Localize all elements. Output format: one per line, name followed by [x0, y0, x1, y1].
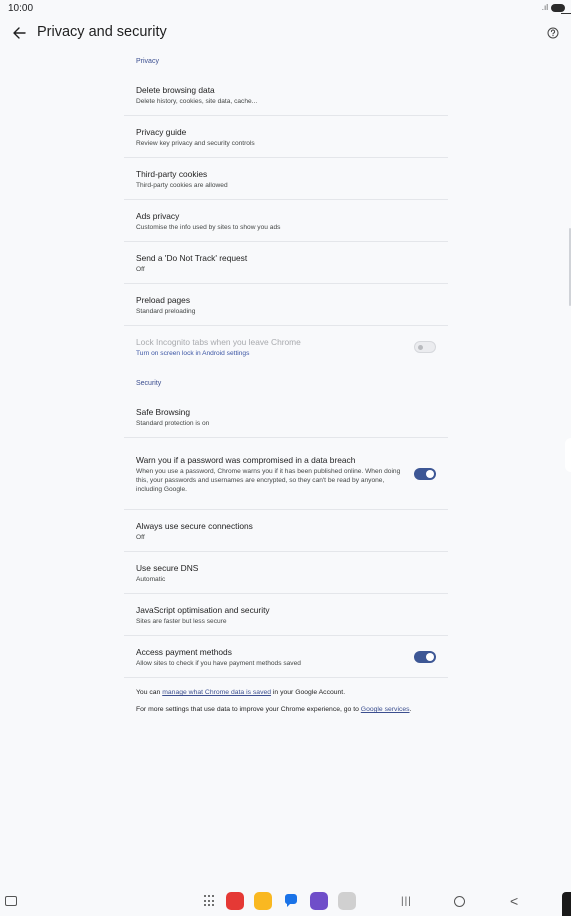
row-text: Always use secure connections Off: [136, 520, 436, 542]
setting-preload-pages[interactable]: Preload pages Standard preloading: [124, 284, 448, 326]
row-title: Always use secure connections: [136, 520, 253, 531]
setting-do-not-track[interactable]: Send a 'Do Not Track' request Off: [124, 242, 448, 284]
arrow-back-icon: [13, 27, 26, 39]
row-subtitle: Standard preloading: [136, 307, 196, 315]
setting-third-party-cookies[interactable]: Third-party cookies Third-party cookies …: [124, 158, 448, 200]
row-text: Send a 'Do Not Track' request Off: [136, 252, 436, 274]
side-handle[interactable]: [565, 438, 571, 472]
password-breach-toggle[interactable]: [414, 467, 436, 480]
row-subtitle: Standard protection is on: [136, 419, 210, 427]
status-bar: 10:00 .ıl: [0, 0, 571, 18]
section-header-privacy: Privacy: [136, 58, 159, 65]
keyboard-switch-icon[interactable]: [5, 896, 17, 906]
footer-text: For more settings that use data to impro…: [136, 706, 361, 713]
row-subtitle: Turn on screen lock in Android settings: [136, 350, 250, 357]
row-text: Preload pages Standard preloading: [136, 294, 436, 316]
help-icon: [547, 27, 559, 39]
row-subtitle: Review key privacy and security controls: [136, 139, 255, 147]
row-subtitle: Delete history, cookies, site data, cach…: [136, 97, 258, 105]
navigation-bar: ||| <: [0, 888, 571, 916]
setting-safe-browsing[interactable]: Safe Browsing Standard protection is on: [124, 396, 448, 438]
folder-app-icon[interactable]: [254, 892, 272, 910]
app-drawer-icon[interactable]: [204, 895, 216, 907]
footer-google-services: For more settings that use data to impro…: [124, 705, 448, 714]
app-bar: Privacy and security: [0, 18, 571, 48]
toggle-knob: [418, 344, 423, 350]
status-icons: .ıl: [542, 3, 565, 12]
home-button[interactable]: [454, 896, 465, 907]
setting-secure-connections[interactable]: Always use secure connections Off: [124, 510, 448, 552]
row-text: Privacy guide Review key privacy and sec…: [136, 126, 436, 148]
toggle-knob: [426, 469, 434, 478]
row-subtitle: Off: [136, 265, 145, 273]
status-divider: [561, 13, 571, 14]
row-subtitle: Off: [136, 533, 145, 541]
row-subtitle: Third-party cookies are allowed: [136, 181, 228, 189]
help-button[interactable]: [544, 24, 562, 42]
row-text: Lock Incognito tabs when you leave Chrom…: [136, 336, 404, 358]
row-text: Safe Browsing Standard protection is on: [136, 406, 436, 428]
status-time: 10:00: [8, 3, 34, 14]
camera-app-icon[interactable]: [338, 892, 356, 910]
back-button[interactable]: [8, 22, 30, 44]
row-subtitle: Customise the info used by sites to show…: [136, 223, 281, 231]
nav-back-button[interactable]: <: [510, 893, 518, 909]
row-title: Access payment methods: [136, 646, 232, 657]
battery-icon: [551, 3, 565, 12]
footer-text: You can: [136, 689, 163, 696]
row-text: Delete browsing data Delete history, coo…: [136, 84, 436, 106]
footer-manage-data: You can manage what Chrome data is saved…: [124, 688, 448, 697]
app-icon-red[interactable]: [226, 892, 244, 910]
edge-tab: [562, 892, 571, 916]
section-header-security: Security: [136, 380, 162, 387]
row-title: Lock Incognito tabs when you leave Chrom…: [136, 337, 301, 347]
settings-list: Privacy Delete browsing data Delete hist…: [124, 48, 448, 714]
row-text: JavaScript optimisation and security Sit…: [136, 604, 436, 626]
setting-javascript-optimisation[interactable]: JavaScript optimisation and security Sit…: [124, 594, 448, 636]
row-subtitle: Automatic: [136, 575, 166, 583]
setting-secure-dns[interactable]: Use secure DNS Automatic: [124, 552, 448, 594]
row-subtitle: Sites are faster but less secure: [136, 617, 227, 625]
row-subtitle: When you use a password, Chrome warns yo…: [136, 467, 401, 493]
signal-icon: .ıl: [541, 3, 548, 12]
row-text: Third-party cookies Third-party cookies …: [136, 168, 436, 190]
row-title: Send a 'Do Not Track' request: [136, 252, 248, 263]
row-title: JavaScript optimisation and security: [136, 604, 270, 615]
row-title: Ads privacy: [136, 210, 180, 221]
lock-incognito-toggle: [414, 341, 436, 353]
setting-access-payment-methods[interactable]: Access payment methods Allow sites to ch…: [124, 636, 448, 678]
row-title: Privacy guide: [136, 126, 187, 137]
footer-text: in your Google Account.: [271, 689, 346, 696]
row-subtitle: Allow sites to check if you have payment…: [136, 659, 301, 667]
row-text: Warn you if a password was compromised i…: [136, 454, 404, 494]
row-text: Access payment methods Allow sites to ch…: [136, 646, 404, 668]
setting-delete-browsing-data[interactable]: Delete browsing data Delete history, coo…: [124, 74, 448, 116]
page-title: Privacy and security: [37, 24, 167, 40]
recent-apps-button[interactable]: |||: [401, 896, 412, 907]
google-services-link[interactable]: Google services: [361, 706, 410, 713]
row-title: Use secure DNS: [136, 562, 199, 573]
row-title: Safe Browsing: [136, 406, 190, 417]
row-title: Preload pages: [136, 294, 191, 305]
messages-app-icon[interactable]: [282, 892, 300, 910]
manage-data-link[interactable]: manage what Chrome data is saved: [162, 689, 271, 696]
row-text: Ads privacy Customise the info used by s…: [136, 210, 436, 232]
row-title: Warn you if a password was compromised i…: [136, 454, 356, 465]
footer-text: .: [409, 706, 412, 713]
row-text: Use secure DNS Automatic: [136, 562, 436, 584]
toggle-knob: [426, 652, 434, 661]
browser-app-icon[interactable]: [310, 892, 328, 910]
row-title: Third-party cookies: [136, 168, 208, 179]
setting-password-breach-warning[interactable]: Warn you if a password was compromised i…: [124, 438, 448, 510]
setting-ads-privacy[interactable]: Ads privacy Customise the info used by s…: [124, 200, 448, 242]
setting-privacy-guide[interactable]: Privacy guide Review key privacy and sec…: [124, 116, 448, 158]
row-title: Delete browsing data: [136, 84, 215, 95]
setting-lock-incognito-tabs: Lock Incognito tabs when you leave Chrom…: [124, 326, 448, 368]
payment-methods-toggle[interactable]: [414, 650, 436, 663]
